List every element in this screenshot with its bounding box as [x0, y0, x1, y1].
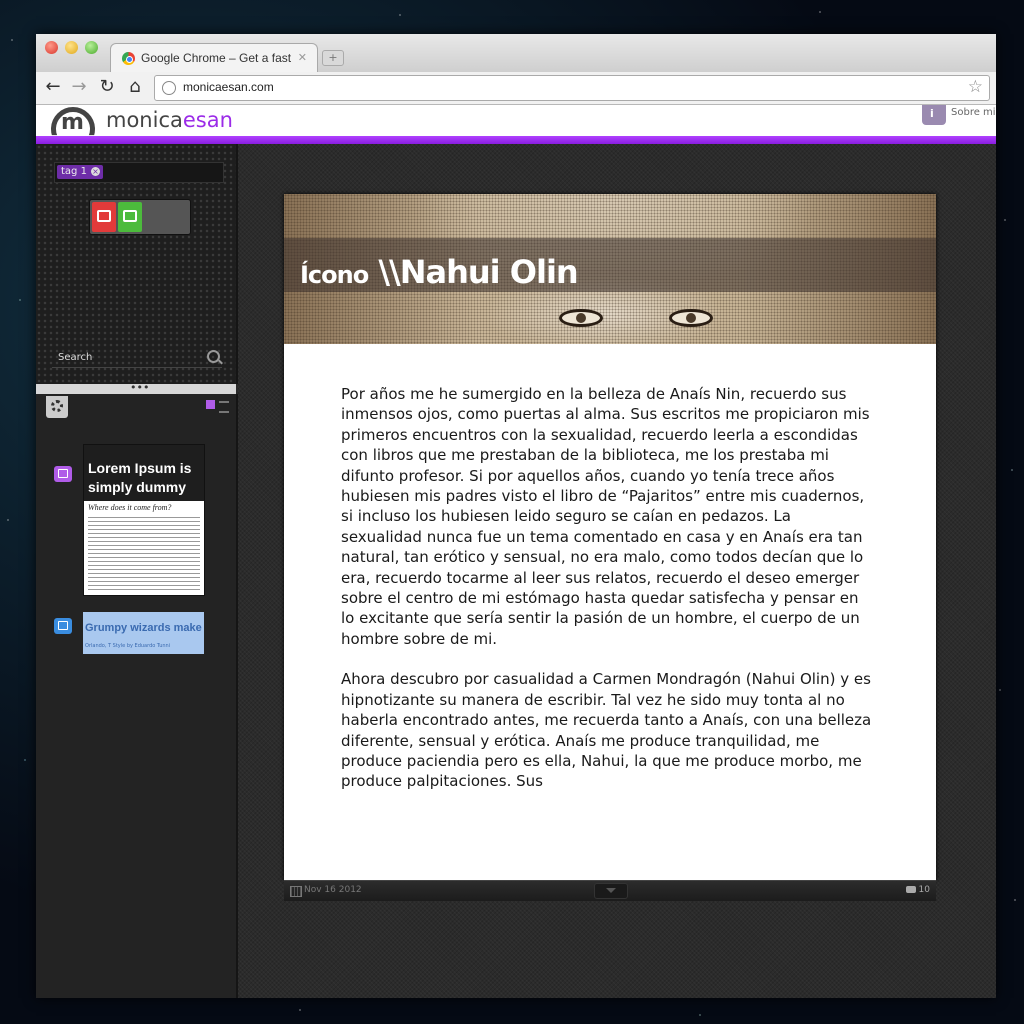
browser-toolbar: ← → ↻ ⌂ monicaesan.com ☆: [36, 72, 996, 105]
site-header: monicaesan Sobre mi: [36, 105, 996, 136]
article-paragraph: Por años me he sumergido en la belleza d…: [341, 385, 870, 648]
article-hero-image: Ícono \\Nahui Olin: [284, 194, 936, 344]
thumbnail-title: Lorem Ipsum is simply dummy: [88, 460, 192, 495]
list-view-icon[interactable]: [219, 401, 229, 413]
tag-bar[interactable]: tag 1 ×: [54, 162, 224, 183]
title-main: \\Nahui Olin: [378, 253, 578, 291]
bookmark-star-icon[interactable]: ☆: [968, 77, 983, 97]
url-text[interactable]: monicaesan.com: [183, 80, 274, 94]
reload-button[interactable]: ↻: [96, 76, 118, 98]
photo-filter-button[interactable]: [118, 202, 142, 232]
thumbnail-title: Grumpy wizards make to: [85, 622, 204, 634]
comment-count[interactable]: 10: [919, 885, 930, 895]
view-toggle: [206, 400, 232, 413]
expand-article-button[interactable]: [594, 883, 628, 899]
about-link[interactable]: Sobre mi: [951, 107, 996, 118]
accent-bar: [36, 136, 996, 144]
thumbnail-body-lines: [88, 515, 200, 591]
browser-tab[interactable]: Google Chrome – Get a fast ✕: [110, 43, 318, 73]
camera-icon: [123, 210, 137, 222]
portrait-eyes: [559, 304, 719, 334]
article-card: Ícono \\Nahui Olin Por años me he sumerg…: [284, 194, 936, 880]
article-paragraph: Ahora descubro por casualidad a Carmen M…: [341, 670, 872, 791]
sidebar-filters: tag 1 × Search: [36, 144, 238, 384]
sidebar-post-list: Lorem Ipsum is simply dummy Where does i…: [36, 394, 238, 998]
tag-chip[interactable]: tag 1 ×: [57, 165, 103, 179]
thumbnail-subtitle: Where does it come from?: [88, 503, 172, 512]
eye-left: [559, 309, 603, 327]
minimize-window-button[interactable]: [65, 41, 78, 54]
forward-button[interactable]: →: [68, 76, 90, 98]
article-title[interactable]: Ícono \\Nahui Olin: [300, 253, 579, 293]
twitter-icon: [54, 618, 72, 634]
tab-title: Google Chrome – Get a fast: [141, 51, 291, 65]
back-button[interactable]: ←: [42, 76, 64, 98]
site-logo[interactable]: monicaesan: [106, 108, 233, 132]
thumbnail-header: Lorem Ipsum is simply dummy: [84, 445, 204, 501]
logo-accent: esan: [182, 108, 233, 132]
post-thumbnail[interactable]: Grumpy wizards make to Orlando, T Style …: [83, 612, 204, 654]
chrome-favicon-icon: [122, 52, 135, 65]
tab-close-icon[interactable]: ✕: [298, 51, 307, 64]
search-icon[interactable]: [207, 350, 220, 363]
close-window-button[interactable]: [45, 41, 58, 54]
calendar-icon: [290, 886, 302, 897]
article-footer: Nov 16 2012 10: [284, 880, 936, 901]
title-bar: Google Chrome – Get a fast ✕ +: [36, 34, 996, 73]
title-prefix: Ícono: [300, 261, 369, 289]
grid-view-icon[interactable]: [206, 400, 215, 409]
browser-window: Google Chrome – Get a fast ✕ + ← → ↻ ⌂ m…: [36, 34, 996, 998]
maximize-window-button[interactable]: [85, 41, 98, 54]
book-icon: [97, 210, 111, 222]
drag-dots: •••: [130, 381, 150, 394]
thumbnail-meta: Orlando, T Style by Eduardo Tunni: [85, 643, 171, 649]
book-filter-button[interactable]: [92, 202, 116, 232]
gear-icon: [51, 400, 63, 412]
globe-icon: [162, 81, 176, 95]
home-button[interactable]: ⌂: [124, 76, 146, 98]
search-input[interactable]: Search: [52, 349, 222, 368]
remove-tag-icon[interactable]: ×: [90, 167, 100, 176]
book-icon: [54, 466, 72, 482]
post-thumbnail[interactable]: Lorem Ipsum is simply dummy Where does i…: [83, 444, 205, 596]
address-bar[interactable]: monicaesan.com ☆: [154, 75, 990, 101]
article-body: Por años me he sumergido en la belleza d…: [341, 384, 876, 812]
comment-icon[interactable]: [906, 886, 916, 893]
new-tab-button[interactable]: +: [322, 50, 344, 66]
eye-right: [669, 309, 713, 327]
logo-prefix: monica: [106, 108, 183, 132]
info-icon[interactable]: [922, 105, 946, 125]
tag-label: tag 1: [61, 166, 87, 177]
settings-button[interactable]: [46, 396, 68, 418]
type-filter-group: [89, 199, 191, 235]
search-label: Search: [58, 352, 93, 363]
post-date: Nov 16 2012: [304, 885, 362, 895]
main-content: Ícono \\Nahui Olin Por años me he sumerg…: [238, 144, 996, 998]
